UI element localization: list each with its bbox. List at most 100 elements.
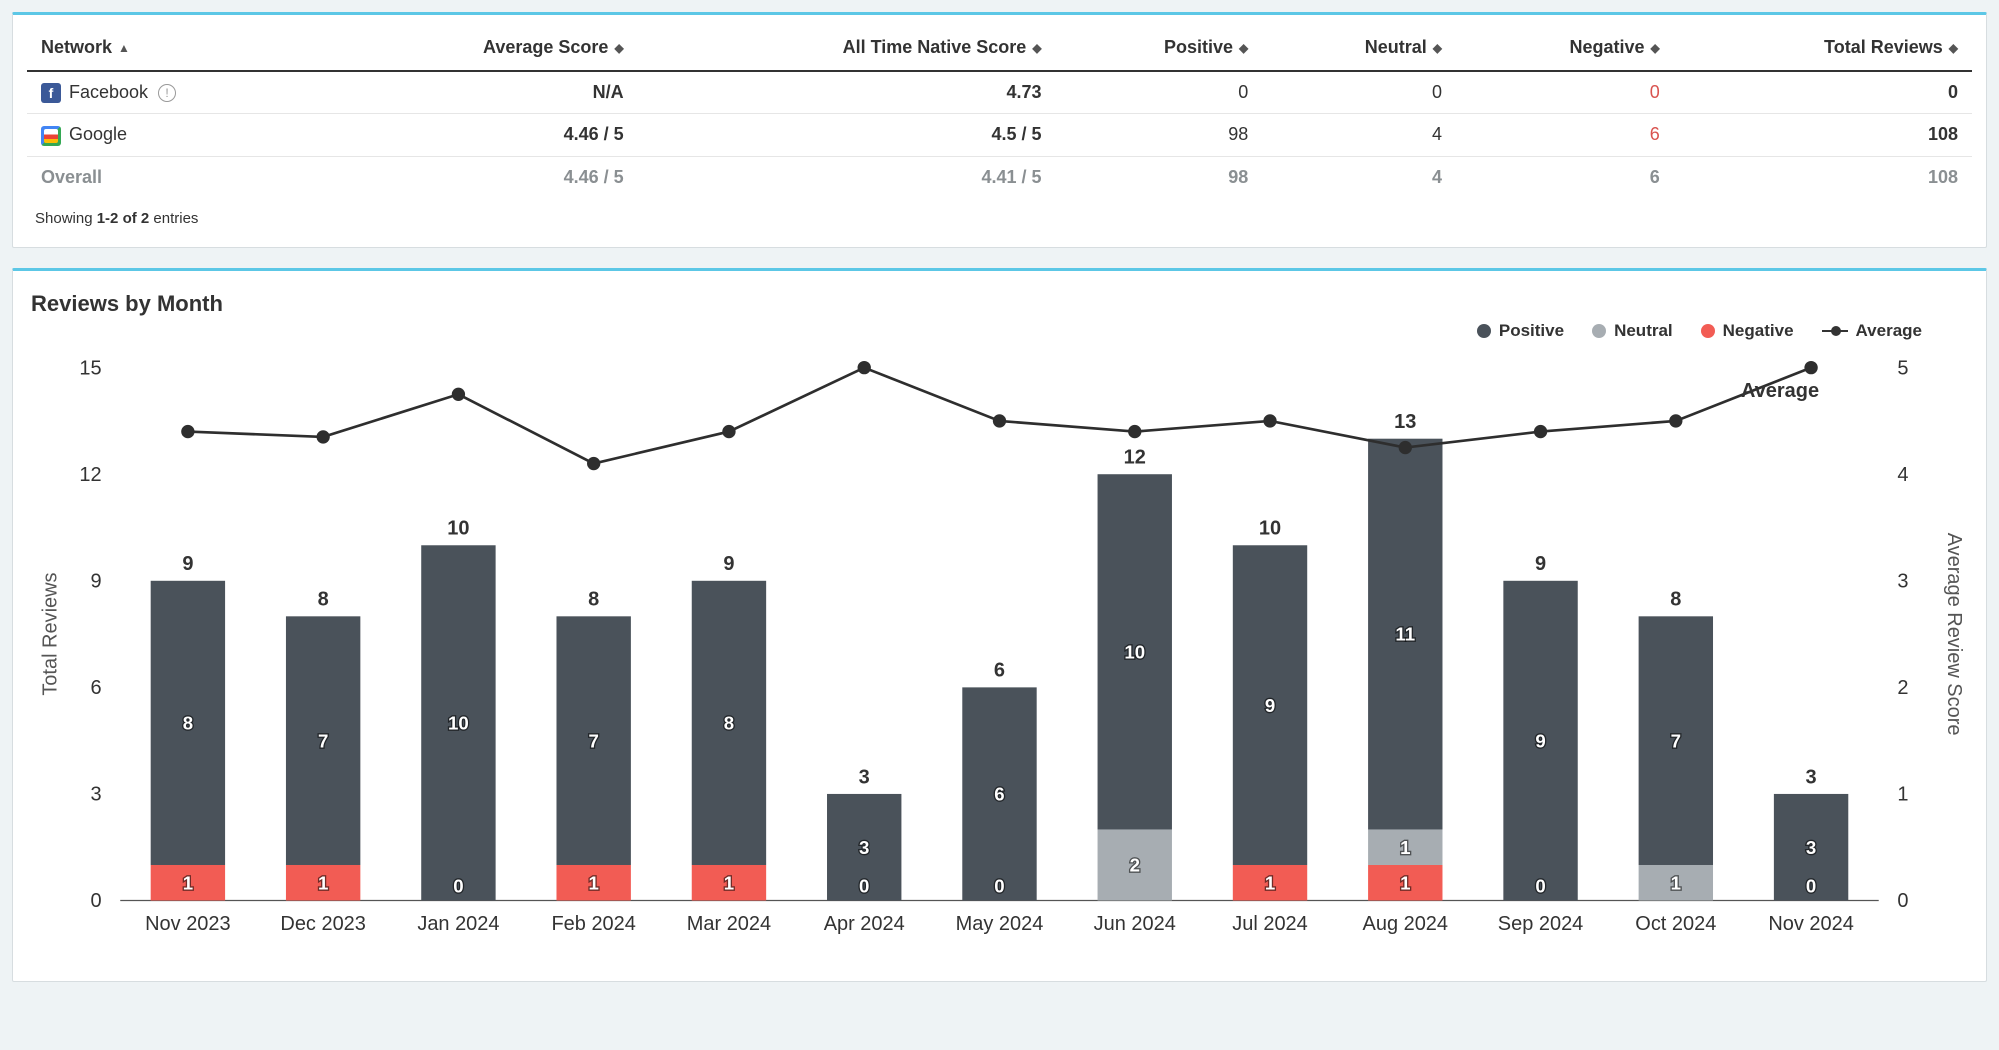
svg-text:Average: Average — [1741, 379, 1819, 401]
chart-legend: Positive Neutral Negative Average — [27, 321, 1972, 341]
chart-title: Reviews by Month — [27, 281, 1972, 321]
svg-text:6: 6 — [90, 677, 101, 699]
reviews-by-month-card: Reviews by Month Positive Neutral Negati… — [12, 268, 1987, 982]
average-point[interactable] — [993, 414, 1006, 427]
col-total[interactable]: Total Reviews◆ — [1674, 25, 1972, 71]
svg-text:9: 9 — [1535, 553, 1546, 575]
svg-text:Nov 2024: Nov 2024 — [1768, 912, 1853, 934]
svg-text:10: 10 — [448, 712, 469, 733]
svg-text:Jan 2024: Jan 2024 — [417, 912, 499, 934]
network-name: Facebook — [69, 82, 148, 102]
col-neutral[interactable]: Neutral◆ — [1262, 25, 1456, 71]
sort-icon: ◆ — [1239, 41, 1248, 55]
svg-text:1: 1 — [1671, 872, 1681, 893]
svg-text:Average Review Score: Average Review Score — [1943, 532, 1965, 735]
average-point[interactable] — [1263, 414, 1276, 427]
svg-text:1: 1 — [318, 872, 328, 893]
reviews-by-month-chart: 03691215012345Total ReviewsAverage Revie… — [27, 341, 1972, 967]
svg-text:11: 11 — [1395, 623, 1415, 644]
svg-text:Dec 2023: Dec 2023 — [280, 912, 365, 934]
average-point[interactable] — [1669, 414, 1682, 427]
sort-icon: ◆ — [1949, 41, 1958, 55]
svg-text:1: 1 — [1897, 783, 1908, 805]
svg-text:15: 15 — [79, 357, 101, 379]
svg-text:2: 2 — [1897, 677, 1908, 699]
svg-text:8: 8 — [1670, 588, 1681, 610]
svg-text:0: 0 — [859, 875, 869, 896]
svg-text:10: 10 — [1124, 641, 1145, 662]
svg-text:8: 8 — [724, 712, 734, 733]
svg-text:7: 7 — [1671, 730, 1681, 751]
col-native-score[interactable]: All Time Native Score◆ — [638, 25, 1056, 71]
svg-text:9: 9 — [182, 553, 193, 575]
average-point[interactable] — [1399, 440, 1412, 453]
svg-text:0: 0 — [994, 875, 1004, 896]
network-scores-card: Network▲ Average Score◆ All Time Native … — [12, 12, 1987, 248]
average-point[interactable] — [181, 424, 194, 437]
svg-text:7: 7 — [318, 730, 328, 751]
network-name: Google — [69, 124, 127, 144]
average-point[interactable] — [1534, 424, 1547, 437]
svg-text:0: 0 — [1897, 890, 1908, 912]
info-icon[interactable]: ! — [158, 84, 176, 102]
svg-text:9: 9 — [1535, 730, 1545, 751]
col-average-score[interactable]: Average Score◆ — [327, 25, 637, 71]
svg-text:0: 0 — [1535, 875, 1545, 896]
svg-text:1: 1 — [1400, 872, 1410, 893]
svg-text:5: 5 — [1897, 357, 1908, 379]
sort-icon: ◆ — [614, 41, 623, 55]
svg-text:8: 8 — [588, 588, 599, 610]
svg-text:Feb 2024: Feb 2024 — [551, 912, 635, 934]
legend-negative: Negative — [1701, 321, 1794, 341]
svg-text:Jun 2024: Jun 2024 — [1094, 912, 1176, 934]
svg-text:8: 8 — [318, 588, 329, 610]
svg-text:Sep 2024: Sep 2024 — [1498, 912, 1584, 934]
svg-text:0: 0 — [90, 890, 101, 912]
average-point[interactable] — [1128, 424, 1141, 437]
sort-asc-icon: ▲ — [118, 41, 130, 55]
average-point[interactable] — [722, 424, 735, 437]
svg-text:Apr 2024: Apr 2024 — [824, 912, 905, 934]
average-point[interactable] — [587, 456, 600, 469]
svg-text:0: 0 — [1806, 875, 1816, 896]
table-row-overall: Overall4.46 / 54.41 / 59846108 — [27, 156, 1972, 198]
svg-text:9: 9 — [1265, 694, 1275, 715]
svg-text:10: 10 — [447, 517, 469, 539]
col-negative[interactable]: Negative◆ — [1456, 25, 1674, 71]
svg-text:1: 1 — [724, 872, 734, 893]
average-point[interactable] — [858, 360, 871, 373]
svg-text:1: 1 — [1400, 836, 1410, 857]
svg-text:8: 8 — [183, 712, 193, 733]
legend-average: Average — [1822, 321, 1922, 341]
sort-icon: ◆ — [1032, 41, 1041, 55]
average-point[interactable] — [452, 387, 465, 400]
legend-positive: Positive — [1477, 321, 1564, 341]
table-row: Google4.46 / 54.5 / 59846108 — [27, 114, 1972, 156]
average-point[interactable] — [316, 430, 329, 443]
facebook-icon: f — [41, 83, 61, 103]
table-entries-info: Showing 1-2 of 2 entries — [27, 198, 1972, 233]
table-row: fFacebook!N/A4.730000 — [27, 71, 1972, 114]
sort-icon: ◆ — [1651, 41, 1660, 55]
col-network[interactable]: Network▲ — [27, 25, 327, 71]
svg-text:1: 1 — [588, 872, 598, 893]
svg-text:10: 10 — [1259, 517, 1281, 539]
svg-text:Mar 2024: Mar 2024 — [687, 912, 771, 934]
svg-text:9: 9 — [90, 570, 101, 592]
svg-text:Nov 2023: Nov 2023 — [145, 912, 230, 934]
svg-text:3: 3 — [1806, 766, 1817, 788]
google-icon — [41, 126, 61, 146]
svg-text:3: 3 — [859, 836, 869, 857]
svg-text:Oct 2024: Oct 2024 — [1635, 912, 1716, 934]
col-positive[interactable]: Positive◆ — [1056, 25, 1263, 71]
network-scores-table: Network▲ Average Score◆ All Time Native … — [27, 25, 1972, 198]
average-point[interactable] — [1804, 360, 1817, 373]
svg-text:Aug 2024: Aug 2024 — [1363, 912, 1449, 934]
svg-text:9: 9 — [723, 553, 734, 575]
svg-text:Total Reviews: Total Reviews — [39, 572, 61, 695]
svg-text:2: 2 — [1130, 854, 1140, 875]
svg-text:Jul 2024: Jul 2024 — [1232, 912, 1308, 934]
svg-text:4: 4 — [1897, 463, 1908, 485]
svg-text:7: 7 — [588, 730, 598, 751]
svg-text:0: 0 — [453, 875, 463, 896]
